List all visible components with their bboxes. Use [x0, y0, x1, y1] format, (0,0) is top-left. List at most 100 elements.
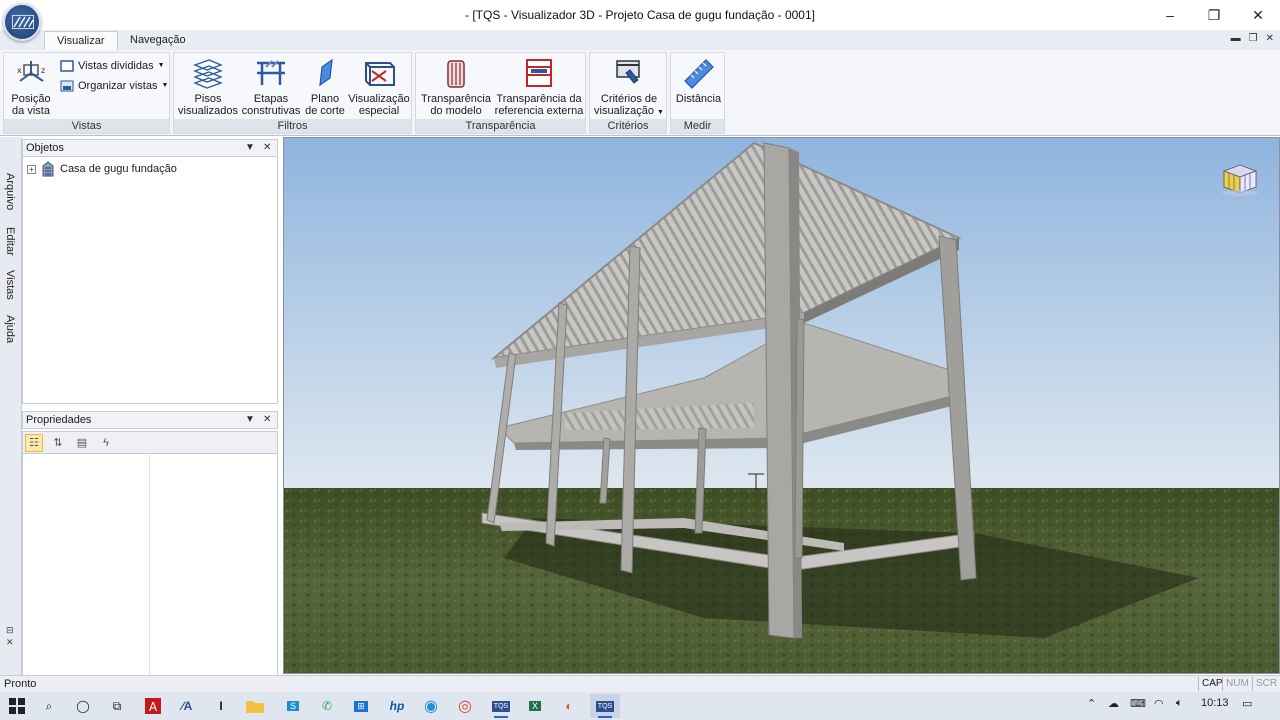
- structure-render[interactable]: [284, 138, 1280, 674]
- volume-icon[interactable]: 🔈︎: [1176, 697, 1183, 710]
- panel-dropdown-icon[interactable]: ▼: [245, 140, 255, 156]
- propriedades-panel-header: Propriedades ▼ ✕: [22, 411, 278, 429]
- criterios-de-visualizacao-button[interactable]: Critérios de visualização ▼: [592, 55, 666, 119]
- group-medir: Distância Medir: [670, 52, 725, 134]
- num-indicator: NUM: [1222, 677, 1252, 691]
- scr-indicator: SCR: [1252, 677, 1280, 691]
- organizar-vistas-button[interactable]: Organizar vistas ▼: [60, 77, 168, 95]
- side-tab-vistas[interactable]: Vistas: [4, 270, 16, 300]
- visualizacao-especial-button[interactable]: Visualização especial: [348, 55, 410, 117]
- group-transparencia: Transparência do modelo Transparência da…: [415, 52, 586, 134]
- plano-label-1: Plano: [310, 93, 340, 105]
- taskbar-app-s[interactable]: S: [278, 694, 308, 718]
- propriedades-panel-title: Propriedades: [26, 414, 92, 426]
- mdi-minimize-icon[interactable]: ▬: [1231, 33, 1241, 44]
- tqs-logo-icon: [12, 15, 34, 29]
- posicao-label-1: Posição: [11, 93, 51, 105]
- tab-visualizar[interactable]: Visualizar: [44, 31, 118, 50]
- store-app[interactable]: ⊞: [346, 694, 376, 718]
- criterios-label-1: Critérios de: [600, 93, 658, 105]
- start-button[interactable]: [2, 694, 32, 718]
- app-a-icon: ∕A: [181, 699, 193, 713]
- whatsapp-app[interactable]: ✆: [312, 694, 342, 718]
- pisos-label-2: visualizados: [178, 105, 238, 117]
- pisos-visualizados-button[interactable]: Pisos visualizados: [176, 55, 240, 117]
- mdi-controls: ▬ ❐ ✕: [1231, 33, 1274, 44]
- tree-expander[interactable]: +: [27, 164, 36, 174]
- minimize-button[interactable]: –: [1148, 0, 1192, 30]
- excel-app[interactable]: X: [520, 694, 550, 718]
- windows-logo-icon: [9, 698, 25, 714]
- tab-navegacao[interactable]: Navegação: [118, 31, 198, 50]
- mdi-close-icon[interactable]: ✕: [1266, 33, 1274, 44]
- notification-icon[interactable]: ▭: [1242, 697, 1252, 710]
- clock[interactable]: 10:13: [1201, 697, 1229, 709]
- search-button[interactable]: ⌕: [34, 694, 64, 718]
- panel-close-icon[interactable]: ✕: [263, 140, 271, 156]
- side-tab-editar[interactable]: Editar: [4, 227, 16, 256]
- criterios-label-2: visualização: [594, 105, 654, 117]
- hp-app[interactable]: hp: [382, 694, 412, 718]
- tree-item-label: Casa de gugu fundação: [60, 163, 177, 175]
- svg-text:z: z: [41, 66, 45, 75]
- construction-stages-icon: [257, 60, 285, 85]
- navigation-cube-icon[interactable]: [1222, 164, 1258, 196]
- app-s-icon: S: [286, 701, 299, 711]
- building-icon: [42, 161, 54, 177]
- taskbar-app-r[interactable]: ◐: [554, 694, 584, 718]
- taskbar-app-a[interactable]: ∕A: [172, 694, 202, 718]
- window-title: - [TQS - Visualizador 3D - Projeto Casa …: [465, 8, 815, 22]
- autocad-icon: A: [145, 698, 161, 714]
- group-label-transparencia: Transparência: [416, 119, 585, 133]
- restore-button[interactable]: ❐: [1192, 0, 1236, 30]
- chrome-app[interactable]: ◎: [450, 694, 480, 718]
- input-method-icon[interactable]: ⌨: [1130, 697, 1146, 710]
- status-bar: Pronto CAP NUM SCR: [0, 675, 1280, 692]
- pin-icon-2[interactable]: ✕: [6, 637, 14, 648]
- categorized-icon[interactable]: ☷: [25, 433, 43, 452]
- 3d-viewport[interactable]: [283, 137, 1280, 674]
- view-criteria-icon: [616, 60, 640, 84]
- cortana-button[interactable]: ◯: [68, 694, 98, 718]
- autocad-app[interactable]: A: [138, 694, 168, 718]
- hp-icon: hp: [389, 699, 405, 713]
- plano-de-corte-button[interactable]: Plano de corte: [302, 55, 348, 117]
- model-transparency-icon: [447, 60, 465, 88]
- weather-icon[interactable]: ☁: [1108, 697, 1119, 710]
- vistas-divididas-button[interactable]: Vistas divididas ▼: [60, 57, 165, 75]
- taskbar-app-i[interactable]: I: [206, 694, 236, 718]
- panel-close-icon[interactable]: ✕: [263, 412, 271, 428]
- panel-dropdown-icon[interactable]: ▼: [245, 412, 255, 428]
- side-tab-arquivo[interactable]: Arquivo: [4, 173, 16, 210]
- tqs-app-active[interactable]: TQS: [590, 694, 620, 718]
- side-tab-ajuda[interactable]: Ajuda: [4, 315, 16, 343]
- posicao-label-2: da vista: [12, 105, 50, 117]
- visualizacao-label-1: Visualização: [348, 93, 410, 105]
- whatsapp-icon: ✆: [321, 699, 333, 713]
- sort-alpha-icon[interactable]: ⇅: [49, 434, 67, 452]
- property-pages-icon[interactable]: ▤: [73, 434, 91, 452]
- edge-app[interactable]: ◉: [416, 694, 446, 718]
- transparencia-do-modelo-button[interactable]: Transparência do modelo: [420, 55, 492, 117]
- close-button[interactable]: ✕: [1236, 0, 1280, 30]
- events-icon[interactable]: ϟ: [97, 434, 115, 452]
- pin-icon[interactable]: ⊟: [6, 625, 14, 636]
- distancia-button[interactable]: Distância: [673, 55, 724, 105]
- wifi-icon[interactable]: ◠: [1154, 697, 1164, 710]
- tqs-app-1[interactable]: TQS: [486, 694, 516, 718]
- file-explorer-app[interactable]: [240, 694, 270, 718]
- task-view-button[interactable]: ⧉: [102, 694, 132, 718]
- objetos-panel-title: Objetos: [26, 142, 64, 154]
- chrome-icon: ◎: [458, 698, 472, 715]
- group-label-filtros: Filtros: [174, 119, 411, 133]
- mdi-restore-icon[interactable]: ❐: [1249, 33, 1258, 44]
- transparencia-referencia-externa-button[interactable]: Transparência da referencia externa: [494, 55, 584, 117]
- tree-item-project[interactable]: + Casa de gugu fundação: [27, 161, 177, 177]
- tray-overflow-icon[interactable]: ⌃: [1087, 697, 1096, 710]
- side-tab-strip: Arquivo Editar Vistas Ajuda ⊟ ✕: [0, 137, 22, 675]
- search-icon: ⌕: [45, 698, 53, 713]
- etapas-construtivas-button[interactable]: Etapas construtivas: [241, 55, 301, 117]
- transparencia-modelo-label-1: Transparência: [421, 93, 491, 105]
- cutting-plane-icon: [319, 58, 333, 87]
- app-menu-button[interactable]: [3, 3, 41, 41]
